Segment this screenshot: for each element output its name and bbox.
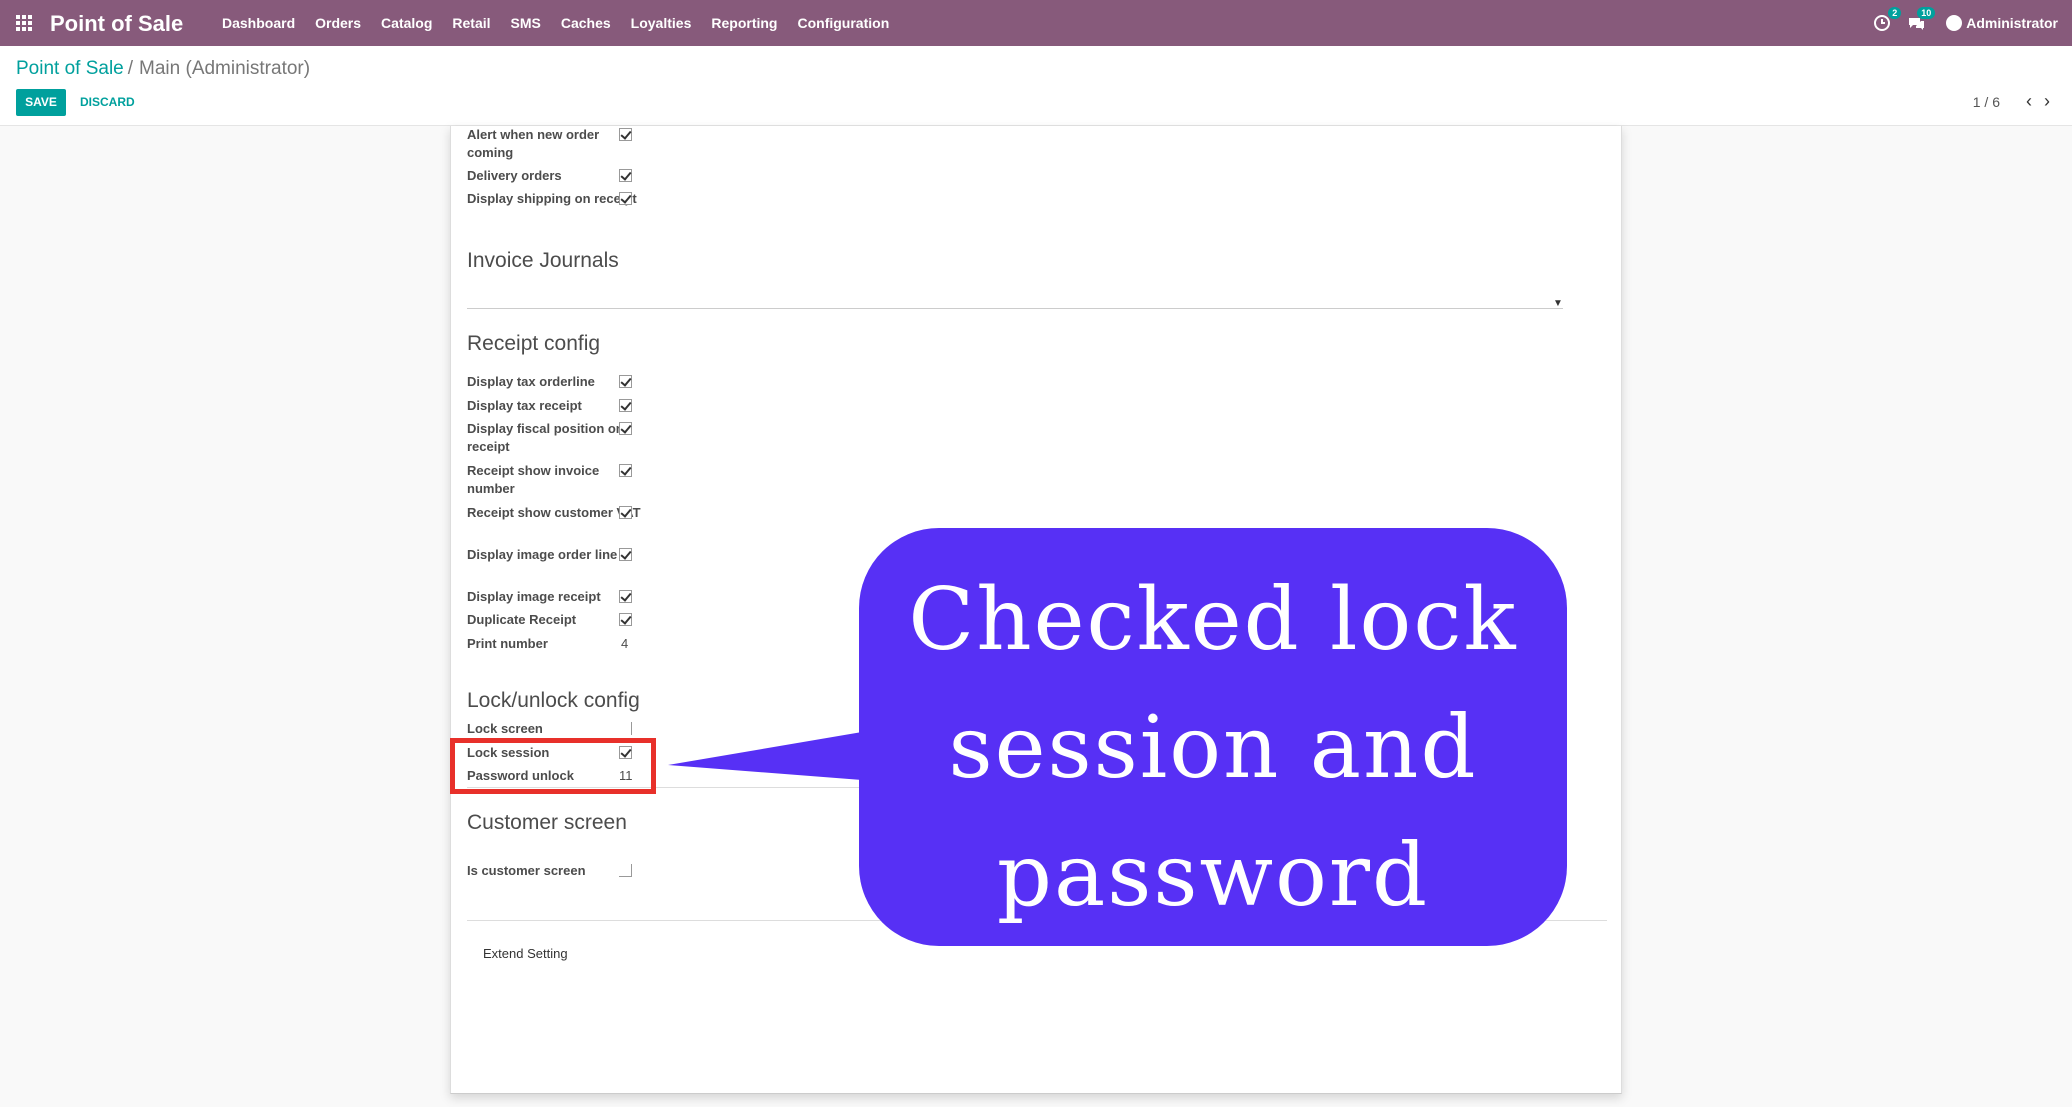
callout-text: Checked lock session and password unlock <box>859 556 1567 1068</box>
callout-line-1: Checked lock <box>908 570 1518 670</box>
callout-line-3: password unlock <box>996 826 1430 1054</box>
callout-line-2: session and <box>948 698 1478 798</box>
